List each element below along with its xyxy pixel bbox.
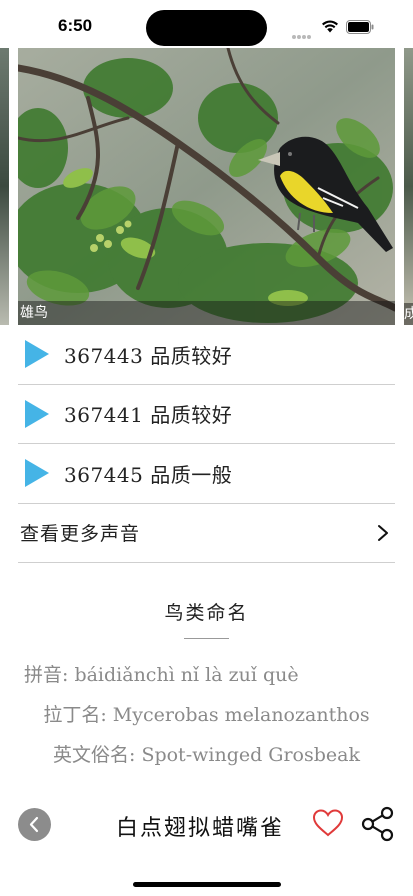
camera-notch (146, 10, 267, 46)
sound-item-label: 367445 品质一般 (64, 462, 233, 487)
sound-item[interactable]: 367441 品质较好 (18, 385, 395, 444)
chevron-left-icon (29, 816, 39, 833)
signal-icon (292, 24, 314, 39)
wifi-icon (322, 20, 338, 33)
next-image-peek[interactable] (404, 48, 413, 325)
pinyin-name: 拼音: báidiǎnchì nǐ là zuǐ què (24, 664, 299, 686)
previous-image-peek[interactable] (0, 48, 9, 325)
sound-item[interactable]: 367443 品质较好 (18, 325, 395, 385)
sound-list: 367443 品质较好 367441 品质较好 367445 品质一般 查看更多… (18, 325, 395, 563)
bird-photo-illustration (18, 48, 395, 325)
status-time: 6:50 (58, 16, 93, 35)
play-icon[interactable] (24, 458, 50, 488)
bird-photo[interactable]: 雄鸟 (18, 48, 395, 325)
heart-icon[interactable] (312, 808, 344, 838)
sound-item-label: 367441 品质较好 (64, 403, 233, 428)
sound-item-label: 367443 品质较好 (64, 343, 233, 368)
more-sounds-link[interactable]: 查看更多声音 (18, 504, 395, 563)
more-sounds-label: 查看更多声音 (20, 523, 141, 545)
photo-caption: 雄鸟 (18, 301, 395, 325)
play-icon[interactable] (24, 399, 50, 429)
image-carousel[interactable]: 雄鸟 成 (0, 48, 413, 325)
naming-section-title: 鸟类命名 (164, 602, 249, 624)
latin-name: 拉丁名: Mycerobas melanozanthos (43, 704, 370, 726)
home-indicator (133, 882, 281, 887)
share-icon[interactable] (360, 806, 396, 842)
english-name: 英文俗名: Spot-winged Grosbeak (53, 744, 360, 766)
status-bar: 6:50 (0, 0, 413, 50)
battery-icon (346, 20, 374, 34)
sound-item[interactable]: 367445 品质一般 (18, 444, 395, 504)
back-button[interactable] (18, 808, 51, 841)
next-image-caption: 成 (404, 303, 413, 325)
chevron-right-icon (378, 524, 388, 541)
bird-name-title: 白点翅拟蜡嘴雀 (116, 816, 285, 841)
play-icon[interactable] (24, 339, 50, 369)
section-divider (184, 638, 229, 639)
